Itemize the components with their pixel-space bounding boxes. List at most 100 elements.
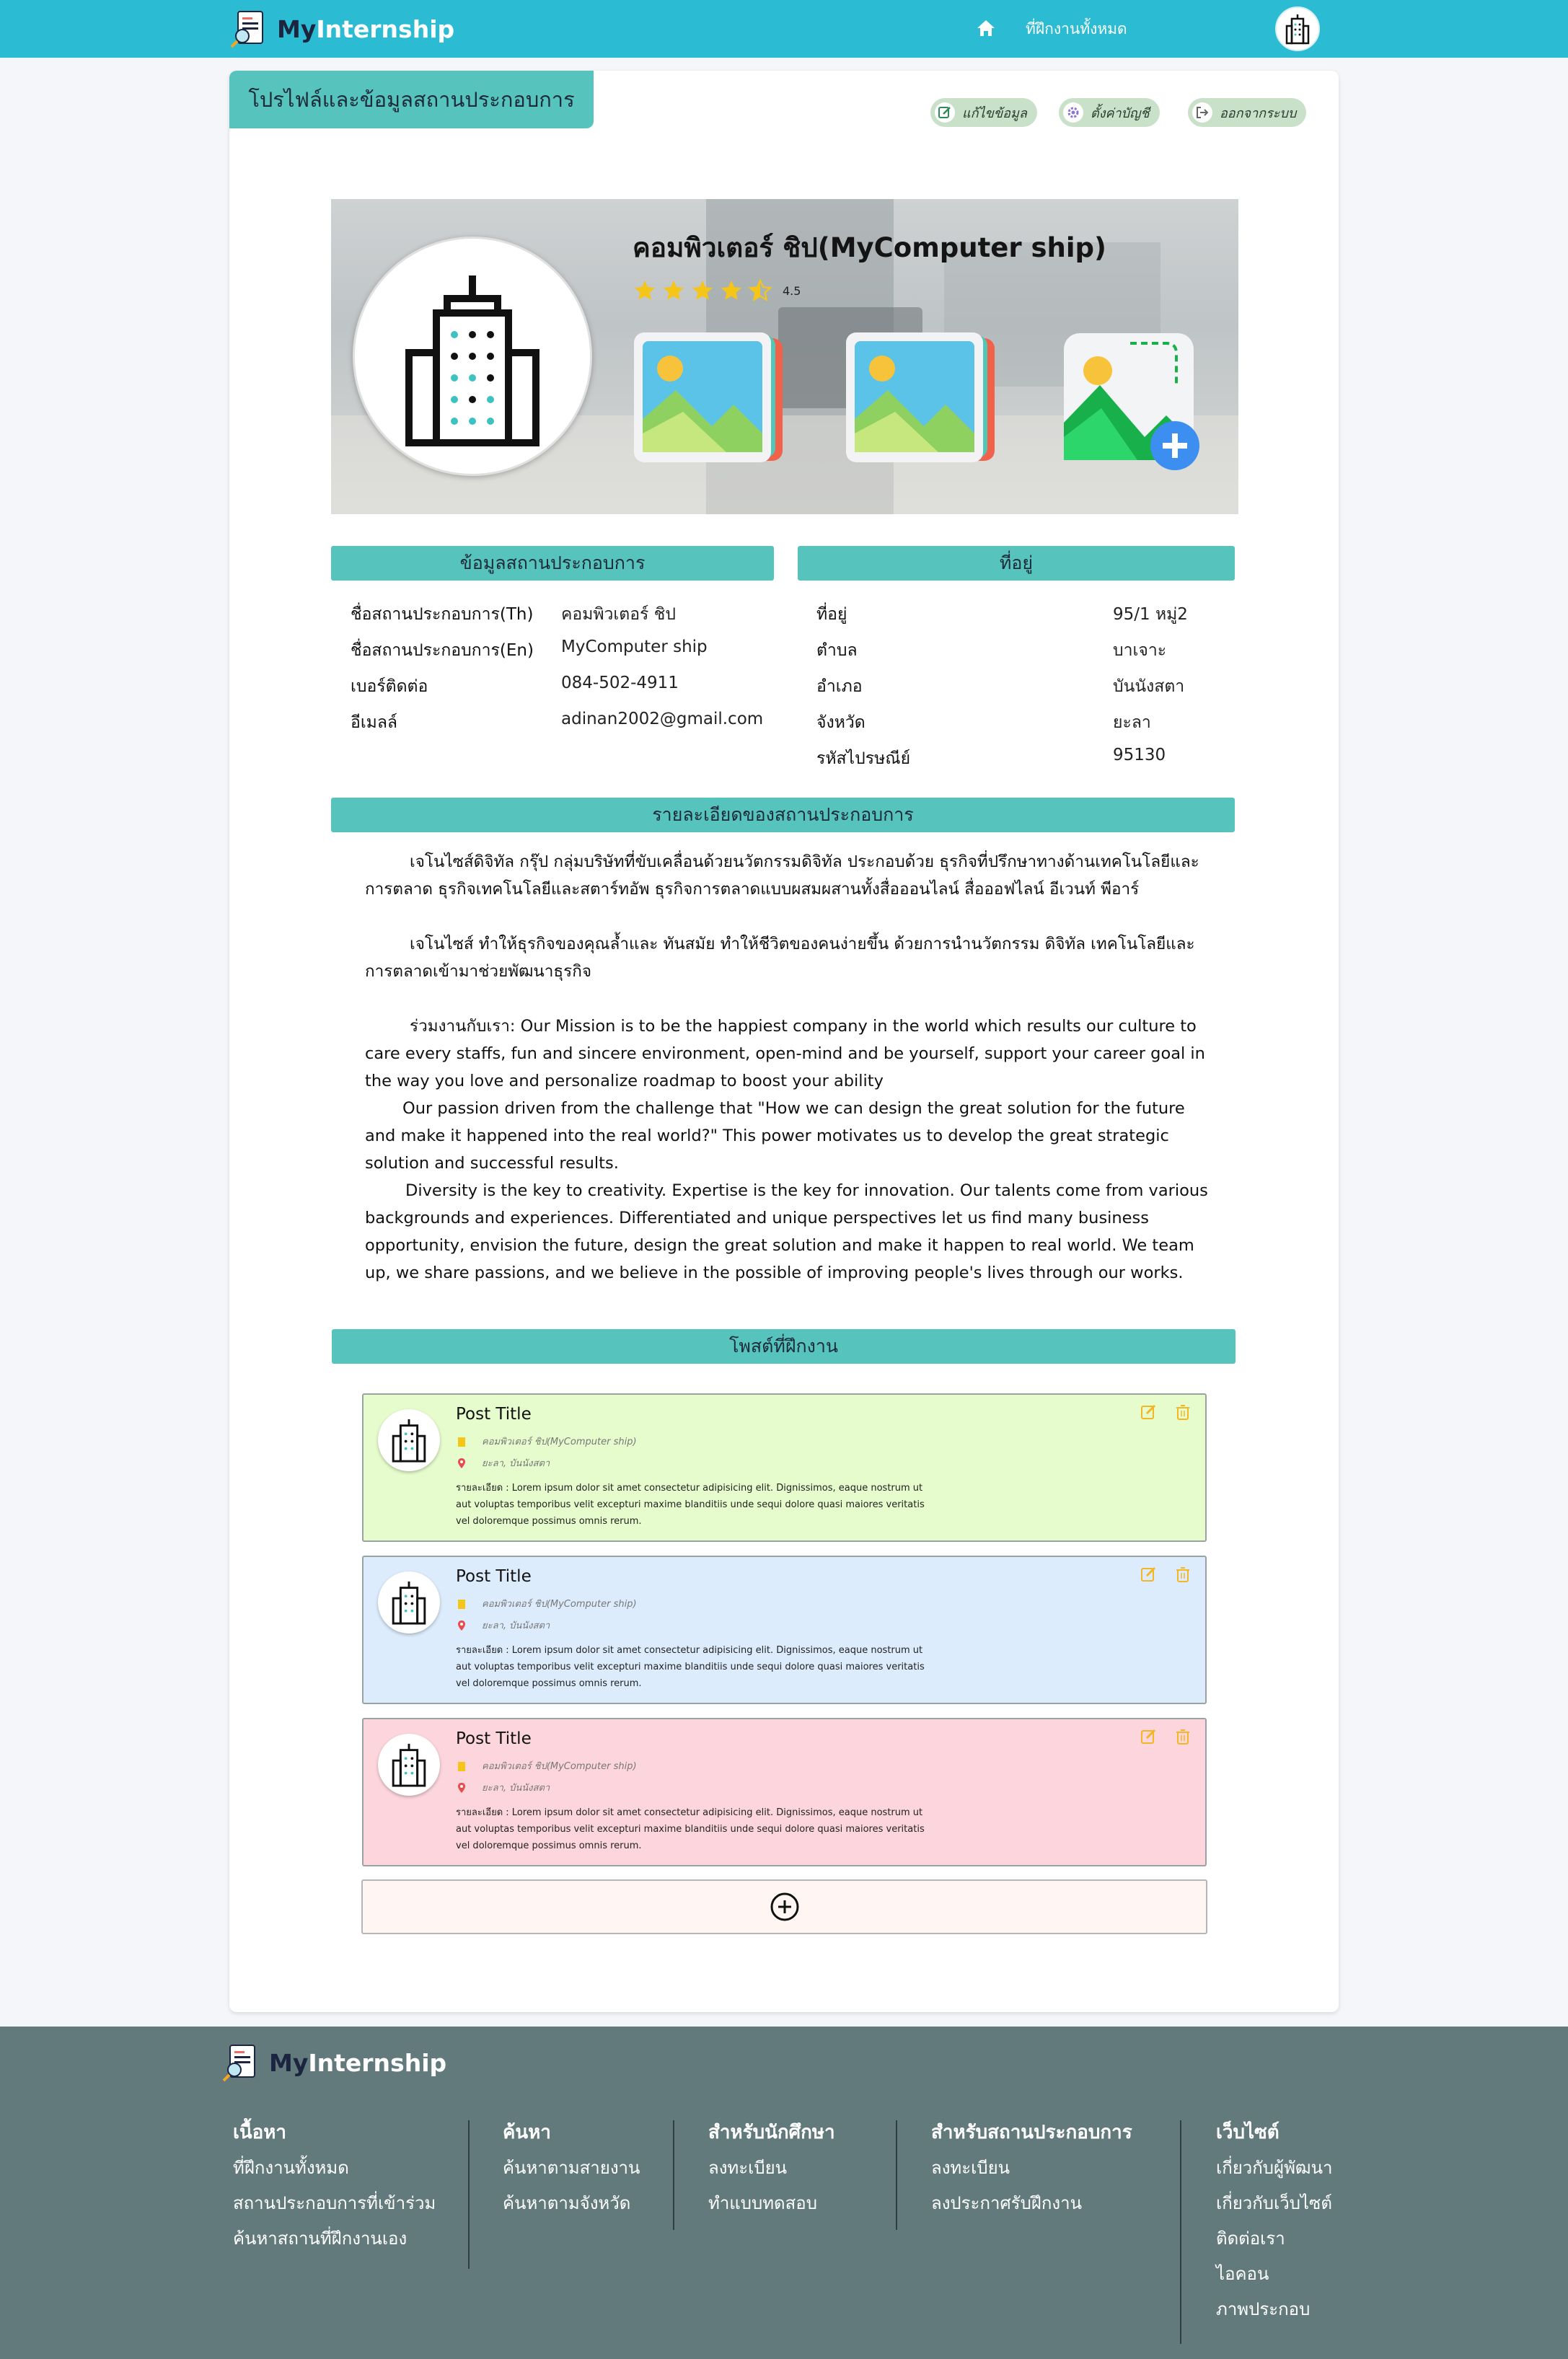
info-value: คอมพิวเตอร์ ชิป <box>561 605 676 624</box>
post-company: คอมพิวเตอร์ ชิป(MyComputer ship) <box>456 1434 637 1449</box>
gear-icon <box>1067 107 1079 118</box>
address-value: บันนังสตา <box>1113 677 1185 696</box>
brand[interactable]: MyInternship <box>229 7 454 50</box>
post-location-text: ยะลา, บันนังสตา <box>482 1458 550 1469</box>
account-settings-button[interactable]: ตั้งค่าบัญชี <box>1059 98 1160 127</box>
footer-link[interactable]: ภาพประกอบ <box>1216 2295 1332 2330</box>
trash-icon[interactable] <box>1175 1566 1191 1583</box>
footer-link[interactable]: ค้นหาตามจังหวัด <box>503 2189 640 2224</box>
account-avatar[interactable] <box>1275 6 1320 51</box>
post-detail: รายละเอียด : Lorem ipsum dolor sit amet … <box>456 1483 925 1527</box>
info-value: 084-502-4911 <box>561 674 679 692</box>
brand-logo-icon <box>230 11 263 48</box>
profile-card: โปรไฟล์และข้อมูลสถานประกอบการ แก้ไขข้อมู… <box>229 71 1339 2012</box>
info-label: อีเมลล์ <box>351 713 398 732</box>
post-company-logo <box>378 1409 440 1471</box>
footer-column-title: เนื้อหา <box>233 2122 287 2143</box>
info-value: MyComputer ship <box>561 638 708 656</box>
brand-my: My <box>277 14 317 43</box>
edit-icon[interactable] <box>1140 1403 1158 1421</box>
address-value: บาเจาะ <box>1113 641 1167 660</box>
top-navbar: MyInternship ที่ฝึกงานทั้งหมด <box>0 0 1568 58</box>
address-label: จังหวัด <box>816 713 866 732</box>
building-icon <box>458 1599 465 1609</box>
post-company: คอมพิวเตอร์ ชิป(MyComputer ship) <box>456 1758 637 1773</box>
edit-icon[interactable] <box>1140 1566 1158 1583</box>
post-card[interactable]: Post Title คอมพิวเตอร์ ชิป(MyComputer sh… <box>362 1393 1207 1542</box>
post-card[interactable]: Post Title คอมพิวเตอร์ ชิป(MyComputer sh… <box>362 1718 1207 1866</box>
post-location: ยะลา, บันนังสตา <box>456 1780 550 1795</box>
info-label: ชื่อสถานประกอบการ(Th) <box>351 605 534 624</box>
address-value: ยะลา <box>1113 713 1151 732</box>
footer-link[interactable]: ที่ฝึกงานทั้งหมด <box>233 2153 436 2189</box>
info-label: เบอร์ติดต่อ <box>351 677 428 696</box>
company-description: เจโนไซส์ดิจิทัล กรุ๊ป กลุ่มบริษัทที่ขับเ… <box>365 848 1209 1287</box>
post-company: คอมพิวเตอร์ ชิป(MyComputer ship) <box>456 1596 637 1611</box>
footer-link[interactable]: ค้นหาสถานที่ฝึกงานเอง <box>233 2224 436 2259</box>
details-header: รายละเอียดของสถานประกอบการ <box>331 798 1235 832</box>
address-label: ตำบล <box>816 641 858 660</box>
post-title: Post Title <box>456 1405 532 1424</box>
logout-button[interactable]: ออกจากระบบ <box>1188 98 1307 127</box>
add-image-icon[interactable] <box>1058 329 1202 473</box>
footer-link[interactable]: ทำแบบทดสอบ <box>708 2189 835 2224</box>
footer-column-students: สำหรับนักศึกษา ลงทะเบียน ทำแบบทดสอบ <box>708 2117 835 2224</box>
building-icon <box>458 1437 465 1447</box>
description-paragraph: ร่วมงานกับเรา: Our Mission is to be the … <box>365 1017 1205 1090</box>
star-half-icon <box>748 278 772 301</box>
footer-column-companies: สำหรับสถานประกอบการ ลงทะเบียน ลงประกาศรั… <box>931 2117 1132 2224</box>
post-card[interactable]: Post Title คอมพิวเตอร์ ชิป(MyComputer sh… <box>362 1556 1207 1704</box>
company-logo[interactable] <box>353 237 592 476</box>
footer-link[interactable]: ลงประกาศรับฝึกงาน <box>931 2189 1132 2224</box>
pin-icon <box>458 1458 465 1468</box>
trash-icon[interactable] <box>1175 1403 1191 1421</box>
edit-profile-button[interactable]: แก้ไขข้อมูล <box>930 98 1037 127</box>
building-icon <box>392 1743 426 1787</box>
pin-icon <box>458 1620 465 1631</box>
logout-label: ออกจากระบบ <box>1220 105 1297 121</box>
footer-column-search: ค้นหา ค้นหาตามสายงาน ค้นหาตามจังหวัด <box>503 2117 640 2224</box>
footer-link[interactable]: เกี่ยวกับเว็บไซต์ <box>1216 2189 1332 2224</box>
add-post-button[interactable] <box>361 1879 1207 1934</box>
edit-icon <box>938 107 951 118</box>
footer-link[interactable]: สถานประกอบการที่เข้าร่วม <box>233 2189 436 2224</box>
brand-logo-icon <box>222 2045 255 2082</box>
building-icon <box>392 1581 426 1625</box>
rating-value: 4.5 <box>783 283 801 298</box>
footer-link[interactable]: ติดต่อเรา <box>1216 2224 1332 2259</box>
building-icon <box>1285 14 1310 45</box>
address-label: ที่อยู่ <box>816 605 847 624</box>
description-paragraph: เจโนไซส์ดิจิทัล กรุ๊ป กลุ่มบริษัทที่ขับเ… <box>365 852 1199 899</box>
nav-all-internships[interactable]: ที่ฝึกงานทั้งหมด <box>1026 17 1127 41</box>
footer-divider <box>673 2120 674 2230</box>
footer-column-title: สำหรับสถานประกอบการ <box>931 2122 1132 2143</box>
footer-brand[interactable]: MyInternship <box>221 2042 446 2083</box>
description-paragraph: Our passion driven from the challenge th… <box>365 1099 1185 1173</box>
image-icon[interactable] <box>845 332 996 466</box>
footer-divider <box>1180 2120 1181 2344</box>
brand-my: My <box>269 2048 309 2077</box>
footer-link[interactable]: ค้นหาตามสายงาน <box>503 2153 640 2189</box>
image-icon[interactable] <box>633 332 784 466</box>
footer-link[interactable]: เกี่ยวกับผู้พัฒนา <box>1216 2153 1332 2189</box>
home-icon[interactable] <box>975 17 997 39</box>
description-paragraph: เจโนไซส์ ทำให้ธุรกิจของคุณล้ำและ ทันสมัย… <box>365 935 1195 981</box>
address-header: ที่อยู่ <box>798 546 1235 581</box>
info-value: adinan2002@gmail.com <box>561 710 764 728</box>
info-label: ชื่อสถานประกอบการ(En) <box>351 641 534 660</box>
footer-column-title: เว็บไซต์ <box>1216 2122 1279 2143</box>
logout-icon <box>1197 107 1209 118</box>
post-detail: รายละเอียด : Lorem ipsum dolor sit amet … <box>456 1645 925 1689</box>
footer-link[interactable]: ลงทะเบียน <box>708 2153 835 2189</box>
post-title: Post Title <box>456 1567 532 1586</box>
post-title: Post Title <box>456 1729 532 1748</box>
footer-column-title: ค้นหา <box>503 2122 551 2143</box>
trash-icon[interactable] <box>1175 1728 1191 1745</box>
footer-link[interactable]: ลงทะเบียน <box>931 2153 1132 2189</box>
footer-link[interactable]: ไอคอน <box>1216 2259 1332 2295</box>
post-location: ยะลา, บันนังสตา <box>456 1618 550 1633</box>
address-label: รหัสไปรษณีย์ <box>816 749 911 768</box>
edit-icon[interactable] <box>1140 1728 1158 1745</box>
post-location-text: ยะลา, บันนังสตา <box>482 1783 550 1794</box>
rating-stars: 4.5 <box>633 278 801 303</box>
